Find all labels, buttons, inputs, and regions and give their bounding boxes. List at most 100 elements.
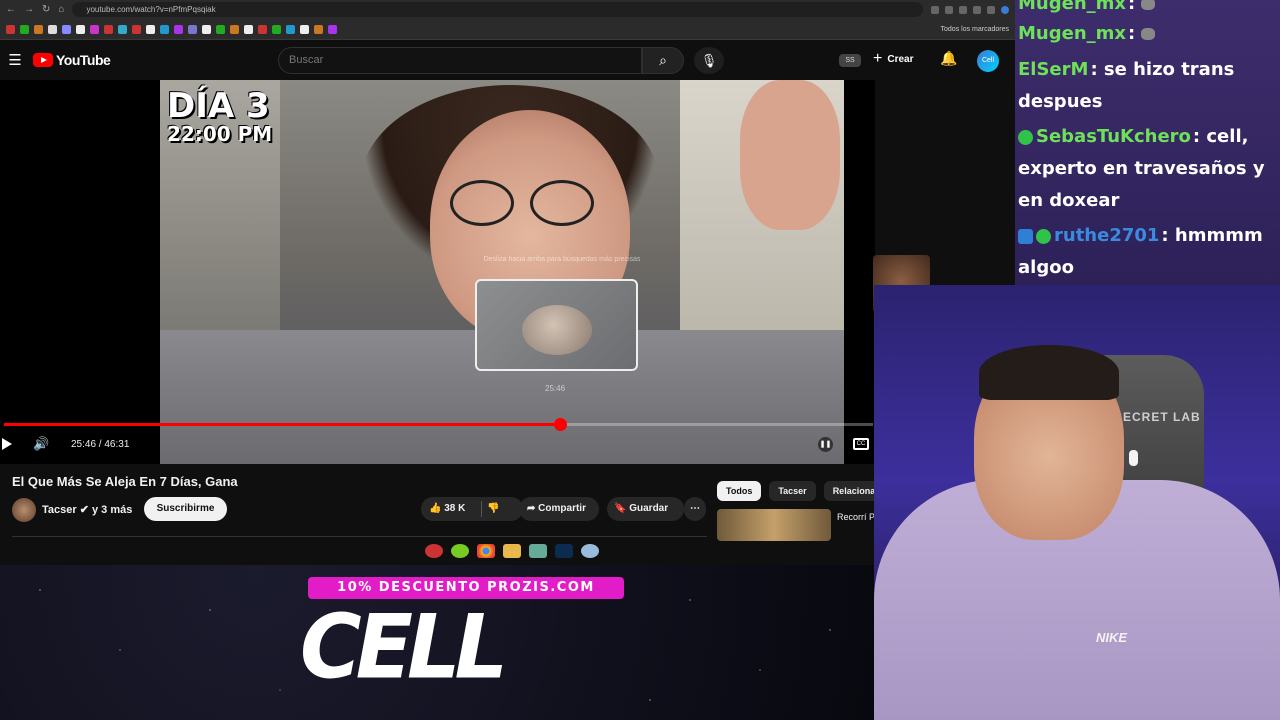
- search-icon: ⌕: [659, 52, 667, 68]
- bookmark-icon[interactable]: [160, 24, 169, 34]
- back-icon[interactable]: ←: [6, 4, 16, 15]
- chat-username: Mugen_mx: [1018, 23, 1126, 44]
- create-button[interactable]: + Crear: [873, 50, 913, 68]
- streamer-hair: [979, 345, 1119, 400]
- subtitles-icon[interactable]: CC: [853, 438, 869, 450]
- bookmark-icon[interactable]: [104, 24, 113, 34]
- autoplay-toggle-icon[interactable]: ❚❚: [818, 437, 833, 452]
- like-button[interactable]: 👍 38 K 👎: [421, 497, 523, 521]
- bookmark-icon[interactable]: [34, 24, 43, 34]
- recommended-thumbnail[interactable]: [717, 509, 831, 541]
- ss-badge[interactable]: SS: [839, 54, 861, 67]
- chat-username: ruthe2701: [1054, 225, 1160, 246]
- stream-screen: ← → ↻ ⌂ youtube.com/watch?v=nPfmPqsqiak: [0, 0, 1280, 720]
- bookmark-icon[interactable]: [216, 24, 225, 34]
- bookmark-icon[interactable]: [90, 24, 99, 34]
- search-button[interactable]: ⌕: [642, 47, 684, 74]
- bookmark-icon[interactable]: [286, 24, 295, 34]
- like-divider: [481, 501, 482, 517]
- bookmark-icon[interactable]: [118, 24, 127, 34]
- bookmark-icon[interactable]: [132, 24, 141, 34]
- share-button[interactable]: ➦ Compartir: [519, 497, 599, 521]
- reload-icon[interactable]: ↻: [42, 4, 50, 15]
- rock-emote-icon: [1141, 28, 1156, 40]
- save-button[interactable]: 🔖 Guardar: [607, 497, 684, 521]
- video-player[interactable]: DÍA 3 22:00 PM Desliza hacia arriba para…: [0, 80, 875, 464]
- filter-chip-tacser[interactable]: Tacser: [769, 481, 816, 501]
- volume-icon[interactable]: 🔊: [33, 436, 49, 452]
- app-icon[interactable]: [451, 544, 469, 558]
- more-actions-button[interactable]: ⋯: [684, 497, 706, 521]
- subscribe-button[interactable]: Suscribirme: [144, 497, 227, 521]
- brand-logo-text: CELL: [300, 595, 508, 699]
- video-person-glasses: [450, 180, 600, 226]
- browser-toolbar: ← → ↻ ⌂ youtube.com/watch?v=nPfmPqsqiak: [0, 0, 1015, 19]
- time-display: 25:46 / 46:31: [71, 439, 130, 450]
- extension-icon[interactable]: [931, 5, 939, 14]
- notifications-bell-icon[interactable]: 🔔: [940, 50, 957, 67]
- microphone-icon: 🎙: [700, 53, 718, 68]
- youtube-header: ☰ YouTube Buscar ⌕ 🎙 SS + Crear 🔔: [0, 40, 1015, 80]
- prime-badge-icon: [1018, 228, 1033, 244]
- bookmarks-bar: Todos los marcadores: [0, 19, 1015, 40]
- app-icon[interactable]: [581, 544, 599, 558]
- channel-name[interactable]: Tacser ✔ y 3 más: [42, 503, 132, 516]
- bookmark-icon[interactable]: [328, 24, 337, 34]
- save-label: Guardar: [629, 503, 669, 514]
- photoshop-icon[interactable]: [555, 544, 573, 558]
- address-bar[interactable]: youtube.com/watch?v=nPfmPqsqiak: [72, 2, 923, 17]
- youtube-logo[interactable]: YouTube: [33, 52, 111, 68]
- forward-icon[interactable]: →: [24, 4, 34, 15]
- hamburger-menu-icon[interactable]: ☰: [3, 51, 27, 69]
- scrub-preview-time: 25:46: [545, 384, 566, 393]
- bookmark-icon[interactable]: [202, 24, 211, 34]
- progress-scrubber-handle[interactable]: [553, 418, 567, 431]
- share-label: Compartir: [538, 503, 586, 514]
- all-bookmarks-link[interactable]: Todos los marcadores: [941, 26, 1009, 33]
- youtube-logo-text: YouTube: [56, 52, 111, 68]
- chat-message: Mugen_mx:: [1018, 18, 1278, 50]
- bookmark-icon[interactable]: [6, 24, 15, 34]
- play-icon[interactable]: [2, 438, 12, 450]
- player-controls: 🔊 25:46 / 46:31 ❚❚ CC: [0, 432, 875, 460]
- bookmark-icon[interactable]: [48, 24, 57, 34]
- chrome-icon[interactable]: [477, 544, 495, 558]
- bookmark-icon[interactable]: [230, 24, 239, 34]
- filter-chip-todos[interactable]: Todos: [717, 481, 762, 501]
- user-avatar[interactable]: Cell: [977, 50, 999, 72]
- progress-bar[interactable]: [4, 418, 873, 431]
- folder-icon[interactable]: [503, 544, 521, 558]
- bookmark-icon[interactable]: [244, 24, 253, 34]
- bookmark-icon[interactable]: [272, 24, 281, 34]
- bookmark-icon[interactable]: [314, 24, 323, 34]
- recommended-title[interactable]: Recorrí P Para Exp: [837, 511, 875, 523]
- taskbar: [425, 544, 599, 558]
- video-person-hand: [740, 80, 840, 230]
- app-icon[interactable]: [425, 544, 443, 558]
- profile-icon[interactable]: [1001, 5, 1009, 14]
- bookmark-icon[interactable]: [258, 24, 267, 34]
- thumbs-down-icon[interactable]: 👎: [487, 497, 499, 521]
- channel-avatar[interactable]: [12, 498, 36, 522]
- bookmark-icon[interactable]: [20, 24, 29, 34]
- bookmark-icon[interactable]: [174, 24, 183, 34]
- bookmark-icon[interactable]: [76, 24, 85, 34]
- bookmark-icon[interactable]: [188, 24, 197, 34]
- rock-emote-icon: [1141, 0, 1156, 10]
- voice-search-button[interactable]: 🎙: [694, 47, 724, 74]
- app-icon[interactable]: [529, 544, 547, 558]
- extension-icon[interactable]: [945, 5, 953, 14]
- earbud-icon: [1129, 450, 1138, 466]
- like-count: 38 K: [444, 503, 466, 514]
- extension-icon[interactable]: [959, 5, 967, 14]
- youtube-play-icon: [33, 53, 53, 67]
- bookmark-icon[interactable]: [62, 24, 71, 34]
- home-icon[interactable]: ⌂: [58, 4, 64, 15]
- chat-username: ElSerM: [1018, 59, 1089, 80]
- bookmark-icon[interactable]: [146, 24, 155, 34]
- bookmark-icon[interactable]: [300, 24, 309, 34]
- extension-icon[interactable]: [973, 5, 981, 14]
- extension-icon[interactable]: [987, 5, 995, 14]
- search-input[interactable]: Buscar: [278, 47, 642, 74]
- subscriber-badge-icon: [1036, 228, 1051, 244]
